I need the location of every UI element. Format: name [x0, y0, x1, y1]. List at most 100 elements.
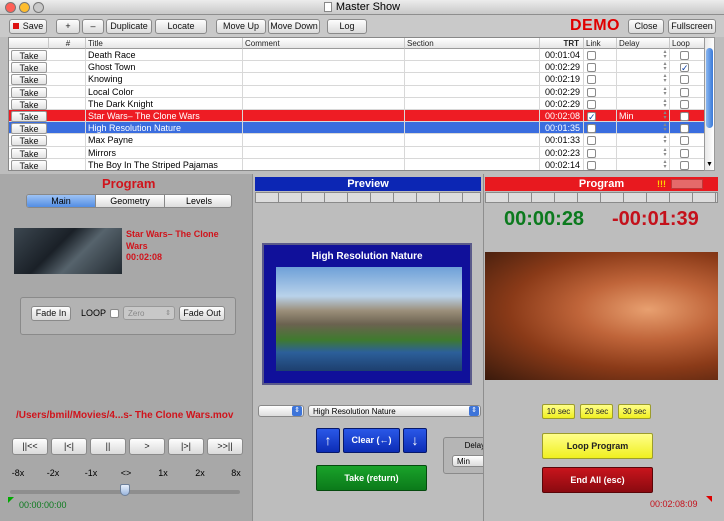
take-button[interactable]: Take: [11, 74, 47, 86]
loop-checkbox[interactable]: [680, 124, 689, 134]
pause-button[interactable]: ||: [90, 438, 126, 455]
link-checkbox[interactable]: [587, 87, 596, 97]
delay-stepper-icon[interactable]: ▴ ▾: [662, 86, 668, 97]
fullscreen-button[interactable]: Fullscreen: [668, 19, 716, 34]
take-button[interactable]: Take: [11, 111, 47, 122]
duplicate-button[interactable]: Duplicate: [106, 19, 152, 34]
ten-sec-button[interactable]: 10 sec: [542, 404, 575, 419]
column-header-comment[interactable]: Comment: [243, 38, 405, 49]
close-window-icon[interactable]: [5, 2, 16, 13]
preview-source-select[interactable]: ⇕: [258, 405, 304, 417]
column-header-link[interactable]: Link: [584, 38, 617, 49]
loop-checkbox[interactable]: [680, 136, 689, 146]
take-button[interactable]: Take: [11, 98, 47, 110]
delay-stepper-icon[interactable]: ▴ ▾: [662, 147, 668, 158]
delay-stepper-icon[interactable]: ▴ ▾: [662, 134, 668, 145]
take-button[interactable]: Take: [11, 62, 47, 74]
loop-checkbox[interactable]: [680, 148, 689, 158]
link-checkbox[interactable]: [587, 124, 596, 134]
speed-slider[interactable]: [10, 484, 240, 496]
loop-checkbox[interactable]: [680, 112, 689, 121]
table-row[interactable]: Take High Resolution Nature 00:01:35 ▴ ▾: [9, 122, 705, 135]
table-row[interactable]: Take The Boy In The Striped Pajamas 00:02:…: [9, 158, 705, 170]
take-return-button[interactable]: Take (return): [316, 465, 427, 491]
loop-checkbox[interactable]: [680, 160, 689, 170]
link-checkbox[interactable]: [587, 136, 596, 146]
delay-stepper-icon[interactable]: ▴ ▾: [662, 122, 668, 133]
delay-stepper-icon[interactable]: ▴ ▾: [662, 49, 668, 60]
log-button[interactable]: Log: [327, 19, 367, 34]
table-row[interactable]: Take The Dark Knight 00:02:29 ▴ ▾: [9, 97, 705, 111]
delay-stepper-icon[interactable]: ▴ ▾: [662, 110, 668, 121]
take-button[interactable]: Take: [11, 159, 47, 170]
previous-frame-button[interactable]: |<|: [51, 438, 87, 455]
minimize-window-icon[interactable]: [19, 2, 30, 13]
table-row[interactable]: Take Knowing 00:02:19 ▴ ▾: [9, 73, 705, 87]
move-up-arrow-button[interactable]: ↑: [316, 428, 340, 453]
next-frame-button[interactable]: |>|: [168, 438, 204, 455]
loop-checkbox[interactable]: [680, 99, 689, 109]
delay-stepper-icon[interactable]: ▴ ▾: [662, 98, 668, 109]
take-button[interactable]: Take: [11, 86, 47, 98]
loop-checkbox[interactable]: [680, 51, 689, 60]
column-header-loop[interactable]: Loop: [670, 38, 705, 49]
table-row[interactable]: Take Star Wars– The Clone Wars 00:02:08 ✓ Mi…: [9, 110, 705, 123]
clear-button[interactable]: Clear (←): [343, 428, 400, 453]
program-status-box[interactable]: [671, 179, 703, 189]
fade-in-button[interactable]: Fade In: [31, 306, 71, 321]
take-button[interactable]: Take: [11, 50, 47, 61]
link-checkbox[interactable]: [587, 160, 596, 170]
column-header-delay[interactable]: Delay: [617, 38, 670, 49]
scroll-down-arrow-icon[interactable]: ▼: [705, 161, 714, 168]
move-up-button[interactable]: Move Up: [216, 19, 266, 34]
table-row[interactable]: Take Ghost Town 00:02:29 ▴ ▾ ✓: [9, 61, 705, 74]
table-row[interactable]: Take Mirrors 00:02:23 ▴ ▾: [9, 146, 705, 160]
take-button[interactable]: Take: [11, 123, 47, 135]
table-row[interactable]: Take Local Color 00:02:29 ▴ ▾: [9, 85, 705, 99]
link-checkbox[interactable]: ✓: [587, 112, 596, 122]
tab-main[interactable]: Main: [27, 195, 96, 207]
save-button[interactable]: Save: [9, 19, 47, 34]
add-button[interactable]: +: [56, 19, 80, 34]
jump-start-button[interactable]: ||<<: [12, 438, 48, 455]
take-button[interactable]: Take: [11, 135, 47, 147]
locate-button[interactable]: Locate: [155, 19, 207, 34]
end-all-button[interactable]: End All (esc): [542, 467, 653, 493]
column-header-number[interactable]: #: [49, 38, 86, 49]
remove-button[interactable]: –: [82, 19, 104, 34]
loop-checkbox[interactable]: [680, 87, 689, 97]
move-down-arrow-button[interactable]: ↓: [403, 428, 427, 453]
loop-checkbox[interactable]: [110, 309, 119, 318]
zero-select[interactable]: Zero ⇕: [123, 306, 175, 320]
twenty-sec-button[interactable]: 20 sec: [580, 404, 613, 419]
column-header-trt[interactable]: TRT: [540, 38, 584, 49]
close-button[interactable]: Close: [628, 19, 664, 34]
move-down-button[interactable]: Move Down: [268, 19, 320, 34]
tab-levels[interactable]: Levels: [165, 195, 231, 207]
link-checkbox[interactable]: [587, 75, 596, 85]
tab-geometry[interactable]: Geometry: [96, 195, 165, 207]
link-checkbox[interactable]: [587, 148, 596, 158]
table-row[interactable]: Take Max Payne 00:01:33 ▴ ▾: [9, 134, 705, 148]
speed-slider-thumb[interactable]: [120, 484, 130, 496]
link-checkbox[interactable]: [587, 51, 596, 60]
column-header-take[interactable]: [9, 38, 49, 49]
delay-stepper-icon[interactable]: ▴ ▾: [662, 61, 668, 72]
loop-program-button[interactable]: Loop Program: [542, 433, 653, 459]
column-header-title[interactable]: Title: [86, 38, 243, 49]
loop-checkbox[interactable]: ✓: [680, 63, 689, 73]
link-checkbox[interactable]: [587, 99, 596, 109]
zoom-window-icon[interactable]: [33, 2, 44, 13]
delay-stepper-icon[interactable]: ▴ ▾: [662, 73, 668, 84]
fade-out-button[interactable]: Fade Out: [179, 306, 225, 321]
scroll-thumb[interactable]: [706, 48, 713, 128]
jump-end-button[interactable]: >>||: [207, 438, 243, 455]
thirty-sec-button[interactable]: 30 sec: [618, 404, 651, 419]
take-button[interactable]: Take: [11, 147, 47, 159]
table-scrollbar[interactable]: ▼: [704, 37, 715, 171]
link-checkbox[interactable]: [587, 63, 596, 73]
table-row[interactable]: Take Death Race 00:01:04 ▴ ▾: [9, 49, 705, 62]
preview-clip-select[interactable]: High Resolution Nature ⇕: [308, 405, 481, 417]
delay-stepper-icon[interactable]: ▴ ▾: [662, 159, 668, 170]
loop-checkbox[interactable]: [680, 75, 689, 85]
